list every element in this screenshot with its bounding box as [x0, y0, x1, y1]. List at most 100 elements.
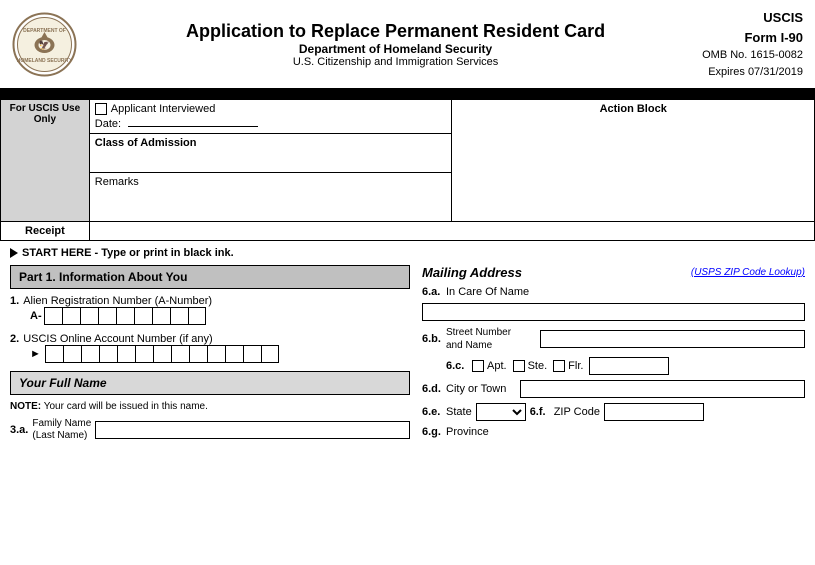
field-6g: 6.g. Province — [422, 426, 805, 438]
form-number: Form I-90 — [702, 28, 803, 48]
note-bold-label: NOTE: — [10, 401, 41, 412]
a-box-9[interactable] — [188, 307, 206, 325]
apt-number-input[interactable] — [589, 357, 669, 375]
a-box-8[interactable] — [170, 307, 188, 325]
applicant-interviewed-cell: Applicant Interviewed Date: — [89, 100, 452, 134]
field6a-num: 6.a. — [422, 286, 442, 298]
ste-checkbox[interactable] — [513, 360, 525, 372]
field1-number: 1. — [10, 295, 19, 307]
uscis-label: USCIS — [702, 8, 803, 28]
mailing-title: Mailing Address — [422, 265, 522, 280]
field3a-number: 3.a. — [10, 424, 28, 436]
field6a-label: In Care Of Name — [446, 286, 536, 298]
main-content: START HERE - Type or print in black ink.… — [0, 241, 815, 449]
flr-checkbox[interactable] — [553, 360, 565, 372]
form-body: Part 1. Information About You 1. Alien R… — [10, 265, 805, 443]
a-box-6[interactable] — [134, 307, 152, 325]
field1-label: Alien Registration Number (A-Number) — [23, 295, 212, 307]
a-prefix: A- — [30, 310, 42, 322]
a-box-5[interactable] — [116, 307, 134, 325]
uscis-use-only-label: For USCIS Use Only — [1, 100, 90, 222]
receipt-label: Receipt — [6, 225, 84, 237]
o-box-6[interactable] — [135, 345, 153, 363]
black-divider-bar — [0, 91, 815, 99]
family-label-line2: (Last Name) — [32, 430, 91, 442]
o-box-11[interactable] — [225, 345, 243, 363]
arrow-icon: ► — [30, 348, 41, 360]
apt-label: Apt. — [487, 360, 507, 372]
a-box-3[interactable] — [80, 307, 98, 325]
remarks-cell: Remarks — [89, 173, 452, 222]
field-uscis-online: 2. USCIS Online Account Number (if any) … — [10, 333, 410, 363]
header-center: Application to Replace Permanent Residen… — [89, 21, 702, 68]
uscis-seal: DEPARTMENT OF HOMELAND SECURITY 🦅 — [12, 12, 77, 77]
full-name-header: Your Full Name — [10, 371, 410, 395]
a-box-2[interactable] — [62, 307, 80, 325]
family-name-input[interactable] — [95, 421, 410, 439]
o-box-4[interactable] — [99, 345, 117, 363]
in-care-of-input[interactable] — [422, 303, 805, 321]
class-of-admission-cell: Class of Admission — [89, 134, 452, 173]
o-box-3[interactable] — [81, 345, 99, 363]
svg-text:HOMELAND SECURITY: HOMELAND SECURITY — [17, 58, 73, 64]
o-box-2[interactable] — [63, 345, 81, 363]
applicant-interviewed-label: Applicant Interviewed — [111, 103, 216, 115]
action-block-cell: Action Block — [452, 100, 815, 222]
field-6d: 6.d. City or Town — [422, 380, 805, 398]
field2-number: 2. — [10, 333, 19, 345]
city-input[interactable] — [520, 380, 805, 398]
form-title: Application to Replace Permanent Residen… — [89, 21, 702, 42]
o-box-12[interactable] — [243, 345, 261, 363]
remarks-label: Remarks — [95, 176, 447, 188]
o-box-1[interactable] — [45, 345, 63, 363]
a-box-1[interactable] — [44, 307, 62, 325]
apt-checkbox[interactable] — [472, 360, 484, 372]
flr-label: Flr. — [568, 360, 583, 372]
o-box-9[interactable] — [189, 345, 207, 363]
department-name: Department of Homeland Security — [89, 42, 702, 56]
field6g-label: Province — [446, 426, 489, 438]
a-box-7[interactable] — [152, 307, 170, 325]
zip-lookup-link[interactable]: (USPS ZIP Code Lookup) — [691, 267, 805, 278]
field-6b: 6.b. Street Numberand Name — [422, 326, 805, 352]
note-content: Your card will be issued in this name. — [44, 401, 208, 412]
field6b-num: 6.b. — [422, 333, 442, 345]
o-box-8[interactable] — [171, 345, 189, 363]
action-block-label: Action Block — [455, 103, 811, 115]
receipt-content-cell — [89, 222, 814, 241]
field6d-label: City or Town — [446, 383, 516, 395]
field-alien-number: 1. Alien Registration Number (A-Number) … — [10, 295, 410, 325]
a-box-4[interactable] — [98, 307, 116, 325]
ste-item: Ste. — [513, 360, 548, 372]
start-here-banner: START HERE - Type or print in black ink. — [10, 247, 805, 259]
part1-header: Part 1. Information About You — [10, 265, 410, 289]
flr-item: Flr. — [553, 360, 583, 372]
o-box-10[interactable] — [207, 345, 225, 363]
field6d-num: 6.d. — [422, 383, 442, 395]
start-here-text: START HERE - Type or print in black ink. — [22, 247, 234, 259]
apt-item: Apt. — [472, 360, 507, 372]
field6f-label: ZIP Code — [554, 406, 600, 418]
applicant-interviewed-checkbox[interactable] — [95, 103, 107, 115]
agency-name: U.S. Citizenship and Immigration Service… — [89, 56, 702, 68]
o-box-5[interactable] — [117, 345, 135, 363]
page-header: DEPARTMENT OF HOMELAND SECURITY 🦅 Applic… — [0, 0, 815, 91]
omb-number: OMB No. 1615-0082 — [702, 47, 803, 64]
receipt-header-cell: Receipt — [1, 222, 90, 241]
svg-text:🦅: 🦅 — [39, 39, 50, 50]
class-admission-label: Class of Admission — [95, 137, 447, 149]
field-6e-6f: 6.e. State ALAKAZCA COFLGANY TX 6.f. ZIP… — [422, 403, 805, 421]
a-number-input-boxes[interactable] — [44, 307, 206, 325]
street-number-name-input[interactable] — [540, 330, 805, 348]
date-input-line[interactable] — [128, 126, 258, 127]
o-box-7[interactable] — [153, 345, 171, 363]
uscis-use-only-table: For USCIS Use Only Applicant Interviewed… — [0, 99, 815, 241]
zip-code-input[interactable] — [604, 403, 704, 421]
field6e-num: 6.e. — [422, 406, 442, 418]
field-6a: 6.a. In Care Of Name — [422, 286, 805, 298]
online-account-input-boxes[interactable] — [45, 345, 279, 363]
o-box-13[interactable] — [261, 345, 279, 363]
field6g-num: 6.g. — [422, 426, 442, 438]
state-dropdown[interactable]: ALAKAZCA COFLGANY TX — [476, 403, 526, 421]
field6b-label: Street Numberand Name — [446, 326, 536, 352]
